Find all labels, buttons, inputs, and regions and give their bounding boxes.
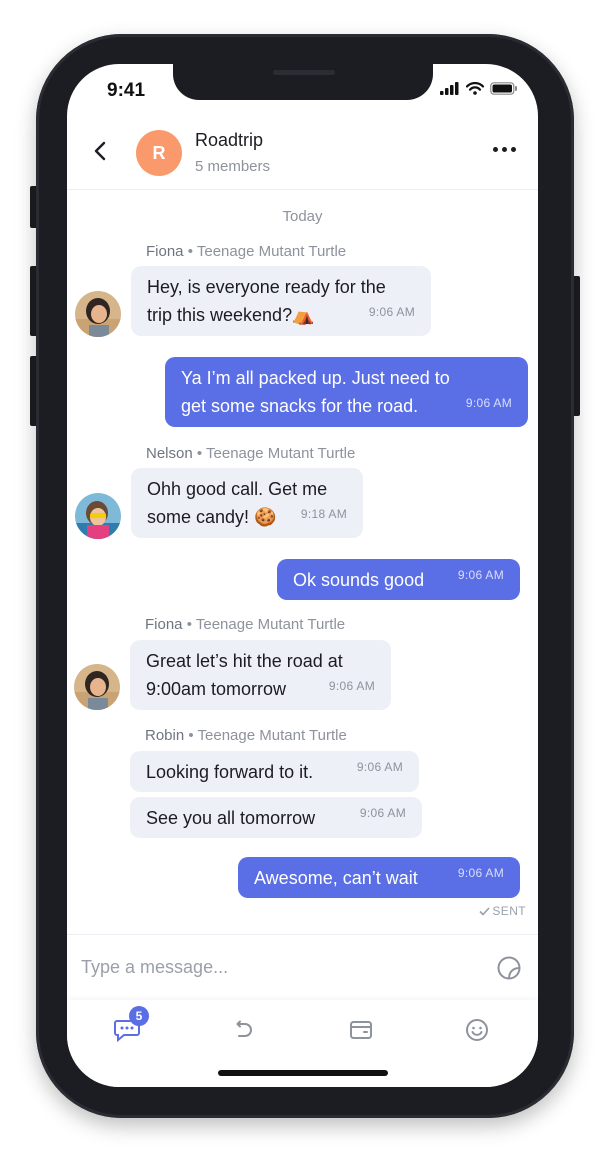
message-time: 9:06 AM [457, 866, 504, 880]
wifi-icon [466, 82, 484, 95]
message-line: 9:00am tomorrow 9:06 AM [146, 675, 375, 703]
back-arrow-icon[interactable] [89, 139, 113, 163]
outgoing-message[interactable]: Awesome, can’t wait 9:06 AM [238, 857, 520, 898]
message-time: 9:06 AM [457, 568, 504, 582]
fiona-avatar[interactable] [74, 664, 120, 710]
sender-name: Fiona [145, 616, 183, 633]
unread-badge: 5 [129, 1006, 149, 1026]
tab-chats[interactable]: 5 [107, 1006, 149, 1050]
battery-icon [490, 82, 517, 95]
sender-role: Teenage Mutant Turtle [206, 445, 356, 462]
sticker-icon[interactable] [496, 955, 522, 981]
message-line: get some snacks for the road. 9:06 AM [181, 392, 512, 420]
sender-label: Robin • Teenage Mutant Turtle [145, 727, 347, 744]
chat-header: R Roadtrip 5 members [67, 114, 538, 190]
message-time: 9:06 AM [465, 396, 512, 410]
incoming-message[interactable]: Great let’s hit the road at 9:00am tomor… [130, 640, 391, 710]
message-line: Ya I’m all packed up. Just need to [181, 368, 450, 388]
sender-label: Fiona • Teenage Mutant Turtle [145, 616, 346, 633]
more-options-icon[interactable] [493, 147, 516, 152]
delivery-status: SENT [479, 904, 526, 918]
home-indicator[interactable] [218, 1070, 388, 1076]
notch [173, 64, 433, 100]
sender-name: Robin [145, 727, 185, 744]
status-icons [440, 82, 518, 95]
day-divider: Today [282, 208, 323, 225]
message-time: 9:06 AM [368, 305, 415, 319]
speaker-grille [273, 70, 335, 75]
tab-history[interactable] [223, 1010, 263, 1050]
sender-label: Fiona • Teenage Mutant Turtle [146, 243, 347, 260]
message-text: Ok sounds good [293, 570, 425, 590]
sender-role: Teenage Mutant Turtle [195, 616, 346, 633]
fiona-avatar[interactable] [75, 291, 121, 337]
history-icon [236, 1020, 252, 1037]
phone-screen: 9:41 R Roadtrip 5 members Today Fiona • … [67, 64, 538, 1087]
message-line: Hey, is everyone ready for the [147, 277, 386, 297]
incoming-message[interactable]: See you all tomorrow 9:06 AM [130, 797, 422, 838]
sender-role: Teenage Mutant Turtle [196, 243, 347, 260]
message-line: Ohh good call. Get me [147, 479, 328, 499]
nelson-avatar[interactable] [75, 493, 121, 539]
message-line: trip this weekend?⛺ 9:06 AM [147, 301, 415, 329]
tab-emoji[interactable] [457, 1010, 497, 1050]
message-time: 9:06 AM [359, 806, 406, 820]
wallet-icon [350, 1021, 372, 1039]
message-composer: Type a message... [67, 934, 538, 1001]
message-text: Looking forward to it. [146, 762, 314, 782]
sender-name: Fiona [146, 243, 184, 260]
outgoing-message[interactable]: Ok sounds good 9:06 AM [277, 559, 520, 600]
signal-icon [440, 82, 459, 95]
group-avatar[interactable]: R [136, 130, 182, 176]
tab-wallet[interactable] [341, 1010, 381, 1050]
message-time: 9:18 AM [300, 507, 347, 521]
message-text: Awesome, can’t wait [254, 868, 418, 888]
incoming-message[interactable]: Looking forward to it. 9:06 AM [130, 751, 419, 792]
smiley-icon [466, 1019, 488, 1041]
message-time: 9:06 AM [356, 760, 403, 774]
outgoing-message[interactable]: Ya I’m all packed up. Just need to get s… [165, 357, 528, 427]
status-time: 9:41 [107, 80, 146, 101]
message-time: 9:06 AM [328, 679, 375, 693]
check-icon [479, 907, 490, 916]
message-line: Great let’s hit the road at [146, 651, 343, 671]
sender-name: Nelson [146, 445, 193, 462]
sender-label: Nelson • Teenage Mutant Turtle [146, 445, 356, 462]
member-count: 5 members [195, 158, 271, 175]
sender-role: Teenage Mutant Turtle [197, 727, 347, 744]
message-input[interactable]: Type a message... [81, 957, 228, 978]
message-line: some candy! 🍪 9:18 AM [147, 503, 347, 531]
incoming-message[interactable]: Hey, is everyone ready for the trip this… [131, 266, 431, 336]
message-text: See you all tomorrow [146, 808, 316, 828]
incoming-message[interactable]: Ohh good call. Get me some candy! 🍪 9:18 … [131, 468, 363, 538]
chat-title: Roadtrip [195, 130, 264, 150]
